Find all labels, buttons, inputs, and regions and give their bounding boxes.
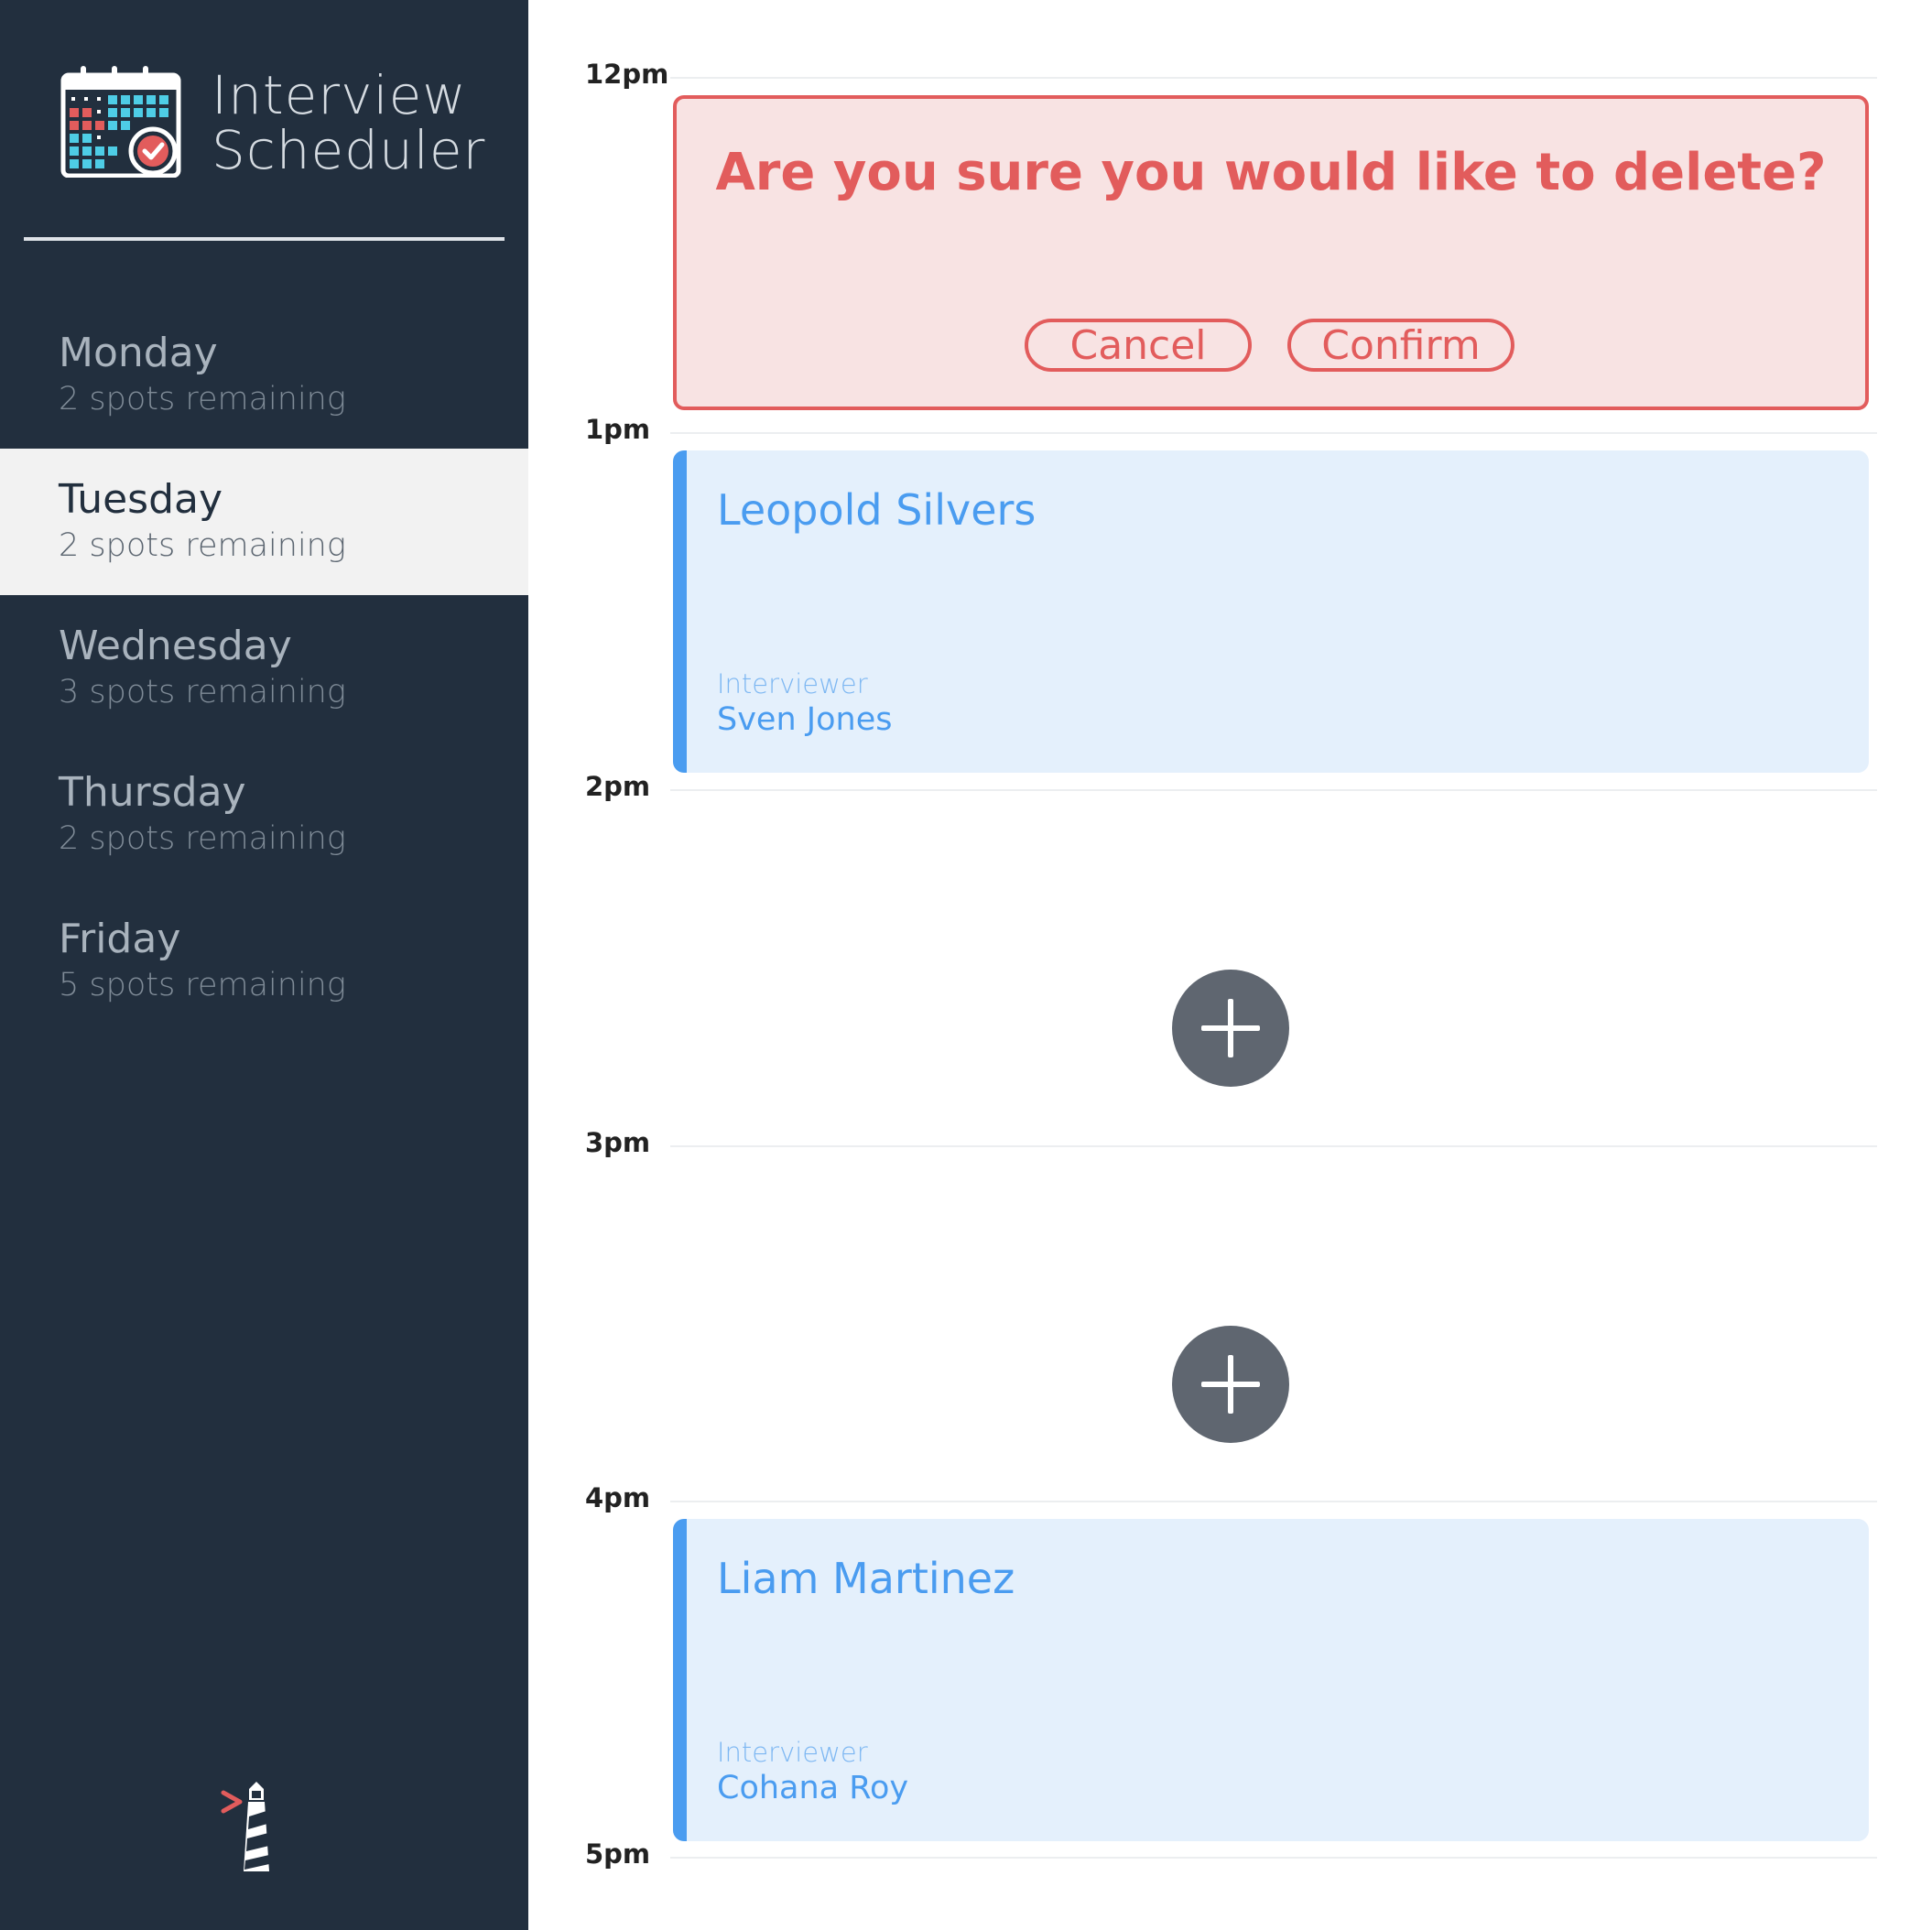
- time-slot-4pm: 4pm Liam Martinez Interviewer Cohana Roy: [528, 1482, 1932, 1856]
- add-appointment-button[interactable]: [1172, 1326, 1289, 1443]
- time-label: 12pm: [585, 59, 669, 90]
- confirm-button[interactable]: Confirm: [1287, 319, 1514, 372]
- plus-icon-stroke: [1228, 999, 1233, 1057]
- sidebar-divider: [24, 237, 505, 241]
- interviewer-label: Interviewer: [717, 668, 868, 699]
- app-title-line2: Scheduler: [212, 119, 486, 181]
- student-name: Leopold Silvers: [717, 485, 1037, 535]
- lighthouse-icon: [221, 1782, 269, 1871]
- interviewer-name: Cohana Roy: [717, 1770, 909, 1806]
- day-item-friday[interactable]: Friday 5 spots remaining: [0, 888, 528, 1035]
- brand: Interview Scheduler: [60, 64, 500, 183]
- appointment-accent: [673, 1519, 687, 1841]
- day-name: Friday: [59, 916, 181, 962]
- confirm-message: Are you sure you would like to delete?: [715, 143, 1827, 202]
- day-item-thursday[interactable]: Thursday 2 spots remaining: [0, 742, 528, 888]
- day-item-wednesday[interactable]: Wednesday 3 spots remaining: [0, 595, 528, 742]
- interviewer-name: Sven Jones: [717, 701, 893, 738]
- day-list: Monday 2 spots remaining Tuesday 2 spots…: [0, 302, 528, 1035]
- day-spots: 5 spots remaining: [59, 967, 346, 1003]
- day-name: Thursday: [59, 769, 246, 816]
- interviewer-label: Interviewer: [717, 1737, 868, 1768]
- day-spots: 3 spots remaining: [59, 674, 346, 710]
- appointment-accent: [673, 450, 687, 773]
- time-label: 3pm: [585, 1127, 651, 1158]
- time-label: 5pm: [585, 1838, 651, 1870]
- day-spots: 2 spots remaining: [59, 820, 346, 857]
- student-name: Liam Martinez: [717, 1554, 1015, 1603]
- slot-divider: [670, 1145, 1877, 1147]
- slot-divider: [670, 432, 1877, 434]
- add-appointment-button[interactable]: [1172, 970, 1289, 1087]
- day-spots: 2 spots remaining: [59, 527, 346, 564]
- day-name: Wednesday: [59, 623, 292, 669]
- day-item-monday[interactable]: Monday 2 spots remaining: [0, 302, 528, 449]
- appointment-card[interactable]: Liam Martinez Interviewer Cohana Roy: [673, 1519, 1869, 1841]
- day-name: Tuesday: [59, 476, 223, 523]
- sidebar: Interview Scheduler Monday 2 spots remai…: [0, 0, 528, 1930]
- calendar-check-icon: [60, 66, 181, 178]
- plus-icon-stroke: [1228, 1355, 1233, 1414]
- time-label: 1pm: [585, 414, 651, 445]
- time-label: 4pm: [585, 1482, 651, 1513]
- delete-confirm-dialog: Are you sure you would like to delete? C…: [673, 95, 1869, 410]
- time-slot-1pm: 1pm Leopold Silvers Interviewer Sven Jon…: [528, 414, 1932, 787]
- slot-divider: [670, 1501, 1877, 1502]
- app-title: Interview Scheduler: [212, 68, 485, 178]
- slot-divider: [670, 1857, 1877, 1859]
- schedule: 12pm Are you sure you would like to dele…: [528, 0, 1932, 1930]
- time-slot-5pm: 5pm: [528, 1838, 1932, 1930]
- time-slot-2pm: 2pm: [528, 771, 1932, 1144]
- time-label: 2pm: [585, 771, 651, 802]
- app-title-line1: Interview: [212, 64, 467, 126]
- appointment-card[interactable]: Leopold Silvers Interviewer Sven Jones: [673, 450, 1869, 773]
- time-slot-12pm: 12pm Are you sure you would like to dele…: [528, 59, 1932, 432]
- day-spots: 2 spots remaining: [59, 381, 346, 417]
- slot-divider: [670, 77, 1877, 79]
- day-item-tuesday[interactable]: Tuesday 2 spots remaining: [0, 449, 528, 595]
- time-slot-3pm: 3pm: [528, 1127, 1932, 1501]
- slot-divider: [670, 789, 1877, 791]
- day-name: Monday: [59, 330, 218, 376]
- cancel-button[interactable]: Cancel: [1025, 319, 1252, 372]
